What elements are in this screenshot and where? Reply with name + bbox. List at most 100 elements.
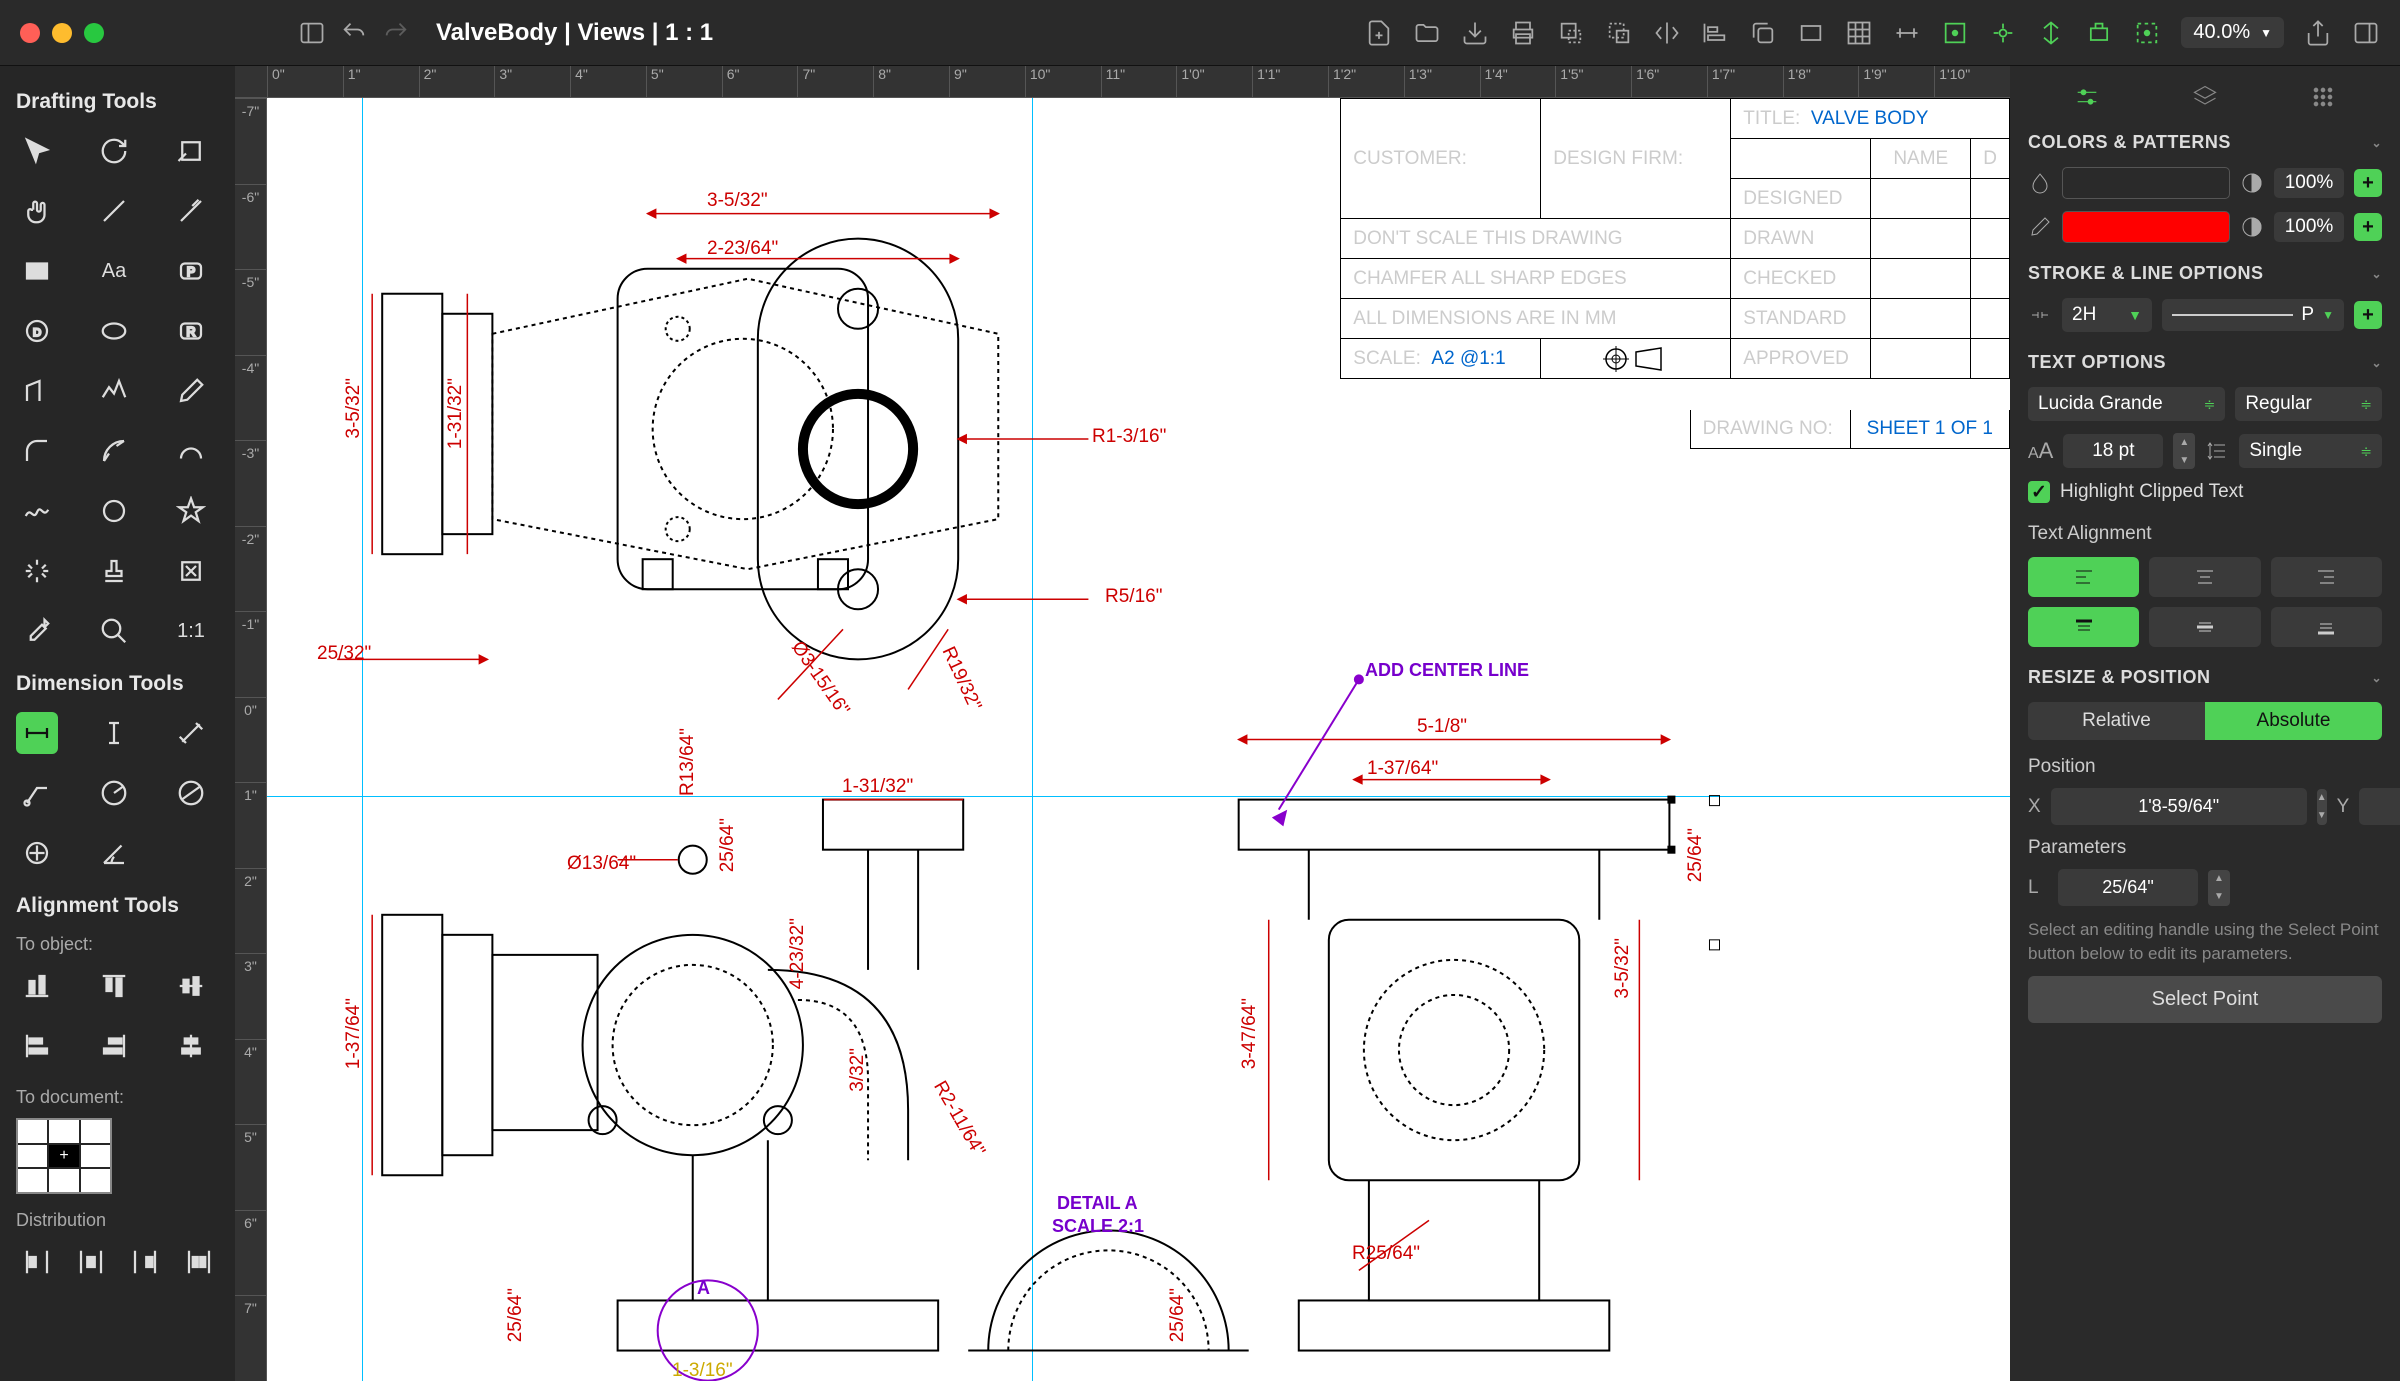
arc-tool[interactable] bbox=[93, 430, 135, 472]
radius-dim-tool[interactable] bbox=[93, 772, 135, 814]
grid-icon[interactable] bbox=[1845, 19, 1873, 47]
redo-icon[interactable] bbox=[382, 19, 410, 47]
zoom-tool[interactable] bbox=[93, 610, 135, 652]
align-right[interactable] bbox=[93, 1025, 135, 1067]
highlight-clipped-checkbox[interactable]: ✓ Highlight Clipped Text bbox=[2028, 481, 2382, 503]
align-right-button[interactable] bbox=[2271, 557, 2382, 597]
design-firm-cell[interactable]: DESIGN FIRM: bbox=[1541, 99, 1731, 219]
aligned-dim-tool[interactable] bbox=[170, 712, 212, 754]
polygon-tool[interactable] bbox=[16, 370, 58, 412]
undo-icon[interactable] bbox=[340, 19, 368, 47]
stroke-swatch[interactable] bbox=[2062, 211, 2230, 243]
close-window-button[interactable] bbox=[20, 23, 40, 43]
dim-label[interactable]: 1-31/32" bbox=[445, 378, 467, 449]
save-icon[interactable] bbox=[1461, 19, 1489, 47]
customer-cell[interactable]: CUSTOMER: bbox=[1341, 99, 1541, 219]
position-mode-segment[interactable]: Relative Absolute bbox=[2028, 702, 2382, 740]
layer-front-icon[interactable] bbox=[1557, 19, 1585, 47]
distribute-right[interactable] bbox=[124, 1241, 166, 1283]
align-bottom[interactable] bbox=[16, 965, 58, 1007]
dim-label[interactable]: 3-47/64" bbox=[1239, 998, 1261, 1069]
chevron-down-icon[interactable]: ⌄ bbox=[2371, 267, 2382, 281]
align-icon[interactable] bbox=[1701, 19, 1729, 47]
dim-label[interactable]: 3-5/32" bbox=[1612, 938, 1634, 999]
length-stepper[interactable]: ▲▼ bbox=[2208, 870, 2230, 906]
chevron-down-icon[interactable]: ⌄ bbox=[2371, 356, 2382, 370]
vertical-dim-tool[interactable] bbox=[93, 712, 135, 754]
polyline-tool[interactable] bbox=[93, 370, 135, 412]
dim-label[interactable]: 5-1/8" bbox=[1417, 716, 1467, 738]
scale-value[interactable]: A2 @1:1 bbox=[1431, 348, 1505, 369]
eyedropper-tool[interactable] bbox=[16, 610, 58, 652]
open-icon[interactable] bbox=[1413, 19, 1441, 47]
angle-dim-tool[interactable] bbox=[93, 832, 135, 874]
font-weight-dropdown[interactable]: Regular≑ bbox=[2235, 387, 2382, 421]
center-mark-tool[interactable] bbox=[16, 832, 58, 874]
add-stroke-style-button[interactable]: + bbox=[2354, 301, 2382, 329]
rect-tool-icon[interactable] bbox=[1797, 19, 1825, 47]
new-file-icon[interactable] bbox=[1365, 19, 1393, 47]
hatch-tool[interactable] bbox=[16, 550, 58, 592]
stamp-tool[interactable] bbox=[93, 550, 135, 592]
stroke-opacity[interactable]: 100% bbox=[2274, 212, 2344, 242]
layers-tab[interactable] bbox=[2188, 80, 2222, 114]
leader-tool[interactable] bbox=[16, 772, 58, 814]
sidebar-toggle-icon[interactable] bbox=[298, 19, 326, 47]
dim-label[interactable]: R13/64" bbox=[677, 728, 699, 796]
length-input[interactable] bbox=[2058, 869, 2198, 906]
dim-label[interactable]: R1-3/16" bbox=[1092, 426, 1166, 448]
dim-label[interactable]: 25/64" bbox=[717, 818, 739, 872]
dim-label[interactable]: 3-5/32" bbox=[707, 190, 768, 212]
maximize-window-button[interactable] bbox=[84, 23, 104, 43]
zoom-level[interactable]: 40.0% ▼ bbox=[2181, 17, 2284, 48]
valign-middle-button[interactable] bbox=[2149, 607, 2260, 647]
scale-1-1-tool[interactable]: 1:1 bbox=[170, 610, 212, 652]
detail-scale[interactable]: SCALE 2:1 bbox=[1052, 1216, 1144, 1237]
distribute-hcenter[interactable] bbox=[70, 1241, 112, 1283]
add-stroke-button[interactable]: + bbox=[2354, 213, 2382, 241]
font-family-dropdown[interactable]: Lucida Grande≑ bbox=[2028, 387, 2225, 421]
add-fill-button[interactable]: + bbox=[2354, 169, 2382, 197]
x-position-input[interactable] bbox=[2051, 788, 2307, 825]
dim-label[interactable]: Ø13/64" bbox=[567, 853, 636, 875]
dim-label[interactable]: 4-23/32" bbox=[787, 918, 809, 989]
dim-label[interactable]: 25/32" bbox=[317, 643, 371, 665]
mirror-icon[interactable] bbox=[1653, 19, 1681, 47]
snap-grid-icon[interactable] bbox=[1989, 19, 2017, 47]
y-position-input[interactable] bbox=[2359, 788, 2400, 825]
relative-option[interactable]: Relative bbox=[2028, 702, 2205, 740]
document-align-grid[interactable]: + bbox=[16, 1118, 112, 1194]
stroke-style-dropdown[interactable]: P▼ bbox=[2162, 299, 2344, 331]
dim-label[interactable]: 1-37/64" bbox=[1367, 758, 1438, 780]
x-stepper[interactable]: ▲▼ bbox=[2317, 789, 2327, 825]
arc2-tool[interactable] bbox=[170, 430, 212, 472]
valign-bottom-button[interactable] bbox=[2271, 607, 2382, 647]
absolute-option[interactable]: Absolute bbox=[2205, 702, 2382, 740]
select-point-button[interactable]: Select Point bbox=[2028, 976, 2382, 1023]
select-tool[interactable] bbox=[16, 130, 58, 172]
align-center-button[interactable] bbox=[2149, 557, 2260, 597]
dim-label[interactable]: 25/64" bbox=[505, 1288, 527, 1342]
sheet-info[interactable]: SHEET 1 OF 1 bbox=[1851, 410, 2009, 448]
dim-label[interactable]: 3-5/32" bbox=[343, 378, 365, 439]
distribute-left[interactable] bbox=[16, 1241, 58, 1283]
hand-tool[interactable] bbox=[16, 190, 58, 232]
align-left-button[interactable] bbox=[2028, 557, 2139, 597]
detail-label[interactable]: DETAIL A bbox=[1057, 1193, 1138, 1214]
snap-guide-icon[interactable] bbox=[2037, 19, 2065, 47]
dim-label[interactable]: 1-3/16" bbox=[672, 1360, 733, 1381]
detail-marker[interactable]: A bbox=[697, 1278, 710, 1299]
rotate-tool[interactable] bbox=[93, 130, 135, 172]
point-tool[interactable]: P bbox=[170, 250, 212, 292]
circle-r-tool[interactable]: R bbox=[170, 310, 212, 352]
snap-point-icon[interactable] bbox=[2133, 19, 2161, 47]
fill-opacity[interactable]: 100% bbox=[2274, 168, 2344, 198]
text-tool[interactable]: Aa bbox=[93, 250, 135, 292]
delete-tool[interactable] bbox=[170, 550, 212, 592]
dim-label[interactable]: 3/32" bbox=[847, 1048, 869, 1092]
chevron-down-icon[interactable]: ⌄ bbox=[2371, 136, 2382, 150]
linear-dim-tool[interactable] bbox=[16, 712, 58, 754]
fillet-tool[interactable] bbox=[16, 430, 58, 472]
align-vcenter[interactable] bbox=[170, 965, 212, 1007]
snap-object-icon[interactable] bbox=[2085, 19, 2113, 47]
